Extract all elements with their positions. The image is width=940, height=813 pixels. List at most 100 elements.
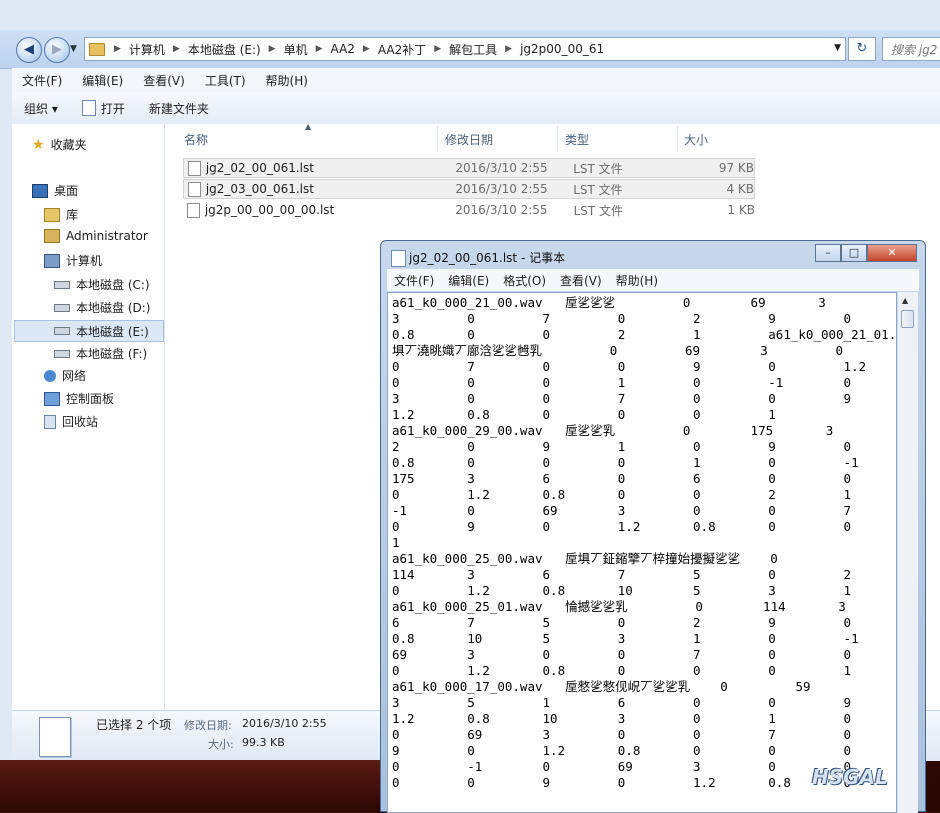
breadcrumb-item[interactable]: 解包工具 (446, 41, 500, 58)
organize-button[interactable]: 组织 ▾ (12, 100, 70, 117)
modified-label: 修改日期: (184, 719, 232, 732)
scroll-up-icon[interactable]: ▲ (902, 296, 908, 305)
column-header-size[interactable]: 大小 (684, 131, 708, 148)
nav-label: 本地磁盘 (C:) (76, 278, 150, 292)
file-size: 1 KB (727, 203, 755, 217)
chevron-right-icon[interactable]: ▶ (358, 44, 375, 54)
refresh-button[interactable]: ↻ (848, 37, 876, 61)
file-name: jg2p_00_00_00_00.lst (204, 203, 335, 217)
desktop-icon (32, 183, 48, 198)
folder-icon (89, 42, 105, 56)
drive-icon (54, 280, 70, 289)
scroll-thumb[interactable] (901, 310, 914, 328)
file-name: jg2_03_00_061.lst (205, 182, 314, 196)
menu-view[interactable]: 查看(V) (133, 72, 195, 89)
text-line: 0.8 0 0 0 1 0 -1 0 (392, 455, 897, 470)
chevron-right-icon[interactable]: ▶ (168, 44, 185, 54)
chevron-right-icon[interactable]: ▶ (311, 44, 328, 54)
text-editor-area[interactable]: a61_k0_000_21_00.wav 垕乷乷乷 0 69 33 0 7 0 … (387, 292, 897, 813)
text-line: 69 3 0 0 7 0 0 9 (392, 647, 897, 662)
nav-administrator[interactable]: Administrator (44, 229, 148, 243)
menu-help[interactable]: 帮助(H) (256, 72, 318, 89)
menu-help[interactable]: 帮助(H) (609, 272, 665, 289)
maximize-button[interactable]: □ (841, 244, 867, 262)
menu-format[interactable]: 格式(O) (496, 272, 553, 289)
nav-network[interactable]: 网络 (44, 367, 86, 384)
chevron-right-icon[interactable]: ▶ (500, 44, 517, 54)
nav-drive-f[interactable]: 本地磁盘 (F:) (54, 345, 147, 362)
menu-edit[interactable]: 编辑(E) (72, 72, 133, 89)
chevron-right-icon[interactable]: ▶ (109, 44, 126, 54)
file-date: 2016/3/10 2:55 (455, 203, 548, 217)
open-label: 打开 (100, 101, 125, 116)
file-name: jg2_02_00_061.lst (205, 161, 314, 175)
column-header-date[interactable]: 修改日期 (445, 131, 493, 148)
column-divider[interactable] (437, 126, 438, 150)
menu-file[interactable]: 文件(F) (12, 72, 72, 89)
nav-label: 本地磁盘 (D:) (76, 301, 151, 315)
column-header-name[interactable]: 名称 (184, 131, 208, 148)
column-divider[interactable] (677, 126, 678, 150)
menu-edit[interactable]: 编辑(E) (441, 272, 496, 289)
nav-label: Administrator (66, 229, 148, 243)
search-input[interactable]: 搜索 jg2 (882, 37, 940, 61)
breadcrumb-item[interactable]: AA2补丁 (375, 41, 429, 58)
menu-bar: 文件(F) 编辑(E) 查看(V) 工具(T) 帮助(H) (12, 68, 940, 93)
forward-button[interactable]: ▶ (44, 37, 70, 63)
text-line: 0 1.2 0.8 0 0 0 1 (392, 663, 852, 678)
command-bar: 组织 ▾ 打开 新建文件夹 (12, 92, 940, 125)
file-size: 97 KB (718, 161, 754, 175)
text-line: 0 7 0 0 9 0 1.2 0.8 (392, 359, 897, 374)
drive-icon (54, 349, 70, 358)
breadcrumb-item[interactable]: 计算机 (126, 41, 168, 58)
address-dropdown-icon[interactable]: ▼ (834, 43, 841, 53)
back-button[interactable]: ◀ (16, 37, 42, 63)
menu-tools[interactable]: 工具(T) (195, 72, 256, 89)
nav-control-panel[interactable]: 控制面板 (44, 390, 114, 407)
nav-favorites[interactable]: ★ 收藏夹 (32, 136, 87, 153)
nav-computer[interactable]: 计算机 (44, 252, 102, 269)
open-button[interactable]: 打开 (70, 100, 137, 117)
menu-view[interactable]: 查看(V) (553, 272, 609, 289)
nav-library[interactable]: 库 (44, 206, 78, 223)
history-dropdown-icon[interactable]: ▼ (70, 44, 77, 54)
close-button[interactable]: ✕ (867, 244, 917, 262)
nav-label: 本地磁盘 (F:) (76, 347, 148, 361)
nav-desktop[interactable]: 桌面 (32, 182, 78, 199)
chevron-right-icon[interactable]: ▶ (429, 44, 446, 54)
breadcrumb-item[interactable]: jg2p00_00_61 (517, 42, 607, 56)
text-line: 1.2 0.8 10 3 0 1 0 -1 (392, 711, 897, 726)
text-line: a61_k0_000_29_00.wav 垕乷乷乳 0 175 3 (392, 423, 834, 438)
text-line: -1 0 69 3 0 0 7 0 (392, 503, 897, 518)
text-line: 0.8 0 0 2 1 a61_k0_000_21_01.wav (392, 327, 897, 342)
vertical-scrollbar[interactable]: ▲ (897, 292, 918, 813)
text-line: 6 7 5 0 2 9 0 1.2 (392, 615, 897, 630)
nav-drive-d[interactable]: 本地磁盘 (D:) (54, 299, 150, 316)
text-line: 1.2 0.8 0 0 0 1 (392, 407, 776, 422)
window-title: jg2_02_00_061.lst - 记事本 (409, 251, 566, 265)
column-divider[interactable] (557, 126, 558, 150)
breadcrumb[interactable]: ▶ 计算机 ▶ 本地磁盘 (E:) ▶ 单机 ▶ AA2 ▶ AA2补丁 ▶ 解… (84, 37, 846, 61)
nav-drive-e[interactable]: 本地磁盘 (E:) (14, 320, 164, 342)
text-line: 0 69 3 0 0 7 0 0 (392, 727, 897, 742)
menu-file[interactable]: 文件(F) (387, 272, 441, 289)
minimize-button[interactable]: – (815, 244, 841, 262)
chevron-right-icon[interactable]: ▶ (264, 44, 281, 54)
breadcrumb-item[interactable]: 单机 (281, 41, 311, 58)
file-size: 4 KB (726, 182, 754, 196)
nav-drive-c[interactable]: 本地磁盘 (C:) (54, 276, 150, 293)
new-folder-button[interactable]: 新建文件夹 (137, 100, 221, 117)
file-row[interactable]: jg2p_00_00_00_00.lst 2016/3/10 2:55 LST … (183, 200, 755, 220)
text-line: a61_k0_000_21_00.wav 垕乷乷乷 0 69 3 (392, 295, 826, 310)
breadcrumb-item[interactable]: AA2 (328, 42, 358, 56)
file-date: 2016/3/10 2:55 (455, 182, 548, 196)
modified-value: 2016/3/10 2:55 (242, 717, 327, 730)
file-row[interactable]: jg2_03_00_061.lst 2016/3/10 2:55 LST 文件 … (183, 179, 755, 199)
nav-recycle-bin[interactable]: 回收站 (44, 413, 98, 430)
nav-label: 计算机 (66, 254, 103, 268)
file-row[interactable]: jg2_02_00_061.lst 2016/3/10 2:55 LST 文件 … (183, 158, 755, 178)
file-type: LST 文件 (573, 203, 624, 218)
column-header-type[interactable]: 类型 (565, 131, 589, 148)
text-line: 114 3 6 7 5 0 2 9 (392, 567, 897, 582)
breadcrumb-item[interactable]: 本地磁盘 (E:) (185, 41, 264, 58)
